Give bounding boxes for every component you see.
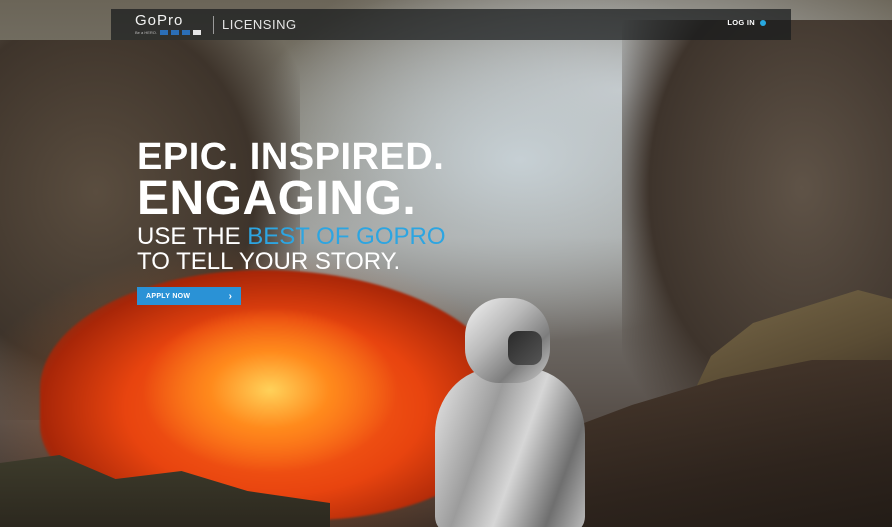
licensing-landing-page: GoPro Be a HERO. LICENSING LOG IN EPIC. … bbox=[0, 0, 892, 527]
gopro-logo[interactable]: GoPro Be a HERO. bbox=[135, 12, 202, 35]
headline-line-3: USE THE BEST OF GOPRO bbox=[137, 225, 446, 249]
logo-square bbox=[182, 30, 191, 35]
headline-line-3-prefix: USE THE bbox=[137, 223, 248, 250]
login-dot-icon bbox=[760, 19, 766, 26]
suit-body bbox=[435, 368, 585, 527]
headline-line-1: EPIC. INSPIRED. bbox=[137, 136, 445, 178]
logo-square bbox=[171, 30, 180, 35]
logo-square bbox=[160, 30, 169, 35]
logo-tagline: Be a HERO. bbox=[135, 30, 158, 35]
apply-now-label: APPLY NOW bbox=[146, 292, 191, 300]
headline-line-4: TO TELL YOUR STORY. bbox=[137, 248, 401, 275]
hero-background-image bbox=[0, 0, 892, 527]
login-label: LOG IN bbox=[727, 18, 755, 27]
logo-divider bbox=[213, 15, 215, 34]
logo-wordmark: GoPro bbox=[135, 12, 184, 29]
logo-square bbox=[193, 30, 202, 35]
chevron-right-icon: › bbox=[228, 290, 232, 302]
top-navigation-bar: GoPro Be a HERO. LICENSING LOG IN bbox=[111, 9, 791, 40]
person-in-heat-suit bbox=[430, 298, 595, 527]
hero-headline: EPIC. INSPIRED. ENGAGING. USE THE BEST O… bbox=[137, 138, 446, 274]
apply-now-button[interactable]: APPLY NOW › bbox=[137, 287, 241, 305]
section-title[interactable]: LICENSING bbox=[222, 17, 297, 32]
logo-sub: Be a HERO. bbox=[135, 30, 202, 35]
login-link[interactable]: LOG IN bbox=[727, 18, 766, 27]
headline-accent: BEST OF GOPRO bbox=[247, 223, 446, 250]
headline-line-2: ENGAGING. bbox=[137, 172, 417, 225]
suit-visor bbox=[508, 331, 542, 365]
